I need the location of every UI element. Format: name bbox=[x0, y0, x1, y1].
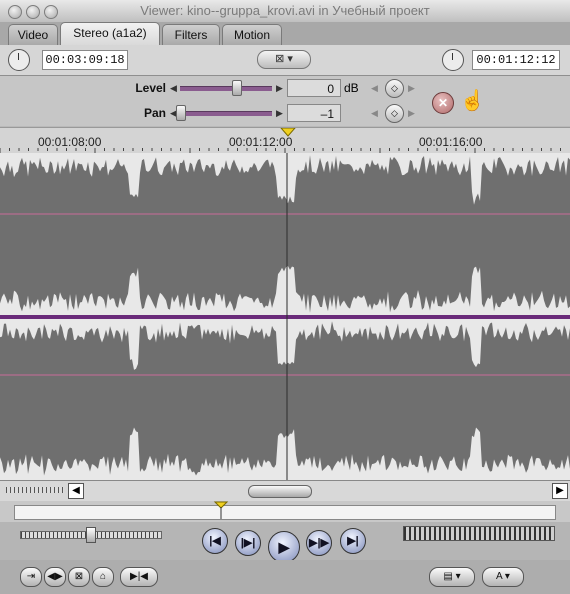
channel-divider bbox=[0, 315, 570, 319]
level-next-keyframe-icon[interactable]: ▶ bbox=[408, 83, 415, 94]
reset-x-icon: ✕ bbox=[437, 96, 449, 110]
level-value-field[interactable]: 0 bbox=[287, 79, 341, 97]
waveform-channel-2 bbox=[0, 321, 570, 476]
reset-button[interactable]: ✕ bbox=[432, 92, 454, 114]
audio-waveform-area[interactable] bbox=[0, 153, 570, 480]
pan-prev-keyframe-icon[interactable]: ◀ bbox=[371, 108, 378, 119]
add-marker-button[interactable]: ⌂ bbox=[92, 567, 114, 587]
tab-bar: Video Stereo (a1a2) Filters Motion bbox=[0, 22, 570, 46]
scrubber-playhead bbox=[213, 501, 229, 519]
mark-in-button[interactable]: ◀▶ bbox=[44, 567, 66, 587]
play-in-to-out-button[interactable]: |▶| bbox=[235, 530, 261, 556]
pan-slider[interactable] bbox=[180, 111, 272, 116]
ruler-tick-label: 00:01:16:00 bbox=[419, 135, 483, 149]
match-frame-button[interactable]: ⇥ bbox=[20, 567, 42, 587]
horizontal-scrollbar[interactable]: ◀ ▶ bbox=[0, 480, 570, 502]
audio-waveform bbox=[0, 153, 570, 480]
ruler-tick-label: 00:01:12:00 bbox=[229, 135, 293, 149]
bottom-toolbar: ⇥ ◀▶ ⊠ ⌂ ▶|◀ ▤ ▾ A ▾ bbox=[0, 560, 570, 594]
jog-thumb[interactable] bbox=[86, 527, 96, 543]
waveform-channel-1 bbox=[0, 155, 570, 313]
next-edit-button[interactable]: ▶| bbox=[340, 528, 366, 554]
window-title: Viewer: kino--gruppa_krovi.avi in Учебны… bbox=[140, 3, 430, 18]
pan-label: Pan bbox=[143, 106, 166, 120]
pan-increase-arrow-icon[interactable]: ▶ bbox=[276, 108, 283, 119]
view-options-popup[interactable]: ▤ ▾ bbox=[429, 567, 475, 587]
scroll-right-button[interactable]: ▶ bbox=[552, 483, 568, 499]
scroll-thumb[interactable] bbox=[248, 485, 312, 498]
pan-slider-thumb[interactable] bbox=[176, 105, 186, 121]
timeline-ruler[interactable]: 00:01:08:00 00:01:12:00 00:01:16:00 bbox=[0, 127, 570, 155]
pan-next-keyframe-icon[interactable]: ▶ bbox=[408, 108, 415, 119]
level-prev-keyframe-icon[interactable]: ◀ bbox=[371, 83, 378, 94]
level-slider[interactable] bbox=[180, 86, 272, 91]
level-keyframe-button[interactable]: ◇ bbox=[385, 79, 404, 98]
play-around-button[interactable]: ▶|▶ bbox=[306, 530, 332, 556]
level-unit: dB bbox=[344, 81, 359, 95]
level-label: Level bbox=[135, 81, 166, 95]
scrubber-bar[interactable] bbox=[0, 501, 570, 522]
zoom-slider[interactable] bbox=[6, 487, 64, 493]
playhead-sync-icon: ⊠ ▾ bbox=[275, 53, 293, 65]
play-button[interactable]: ▶ bbox=[268, 531, 300, 563]
pan-value-field[interactable]: –1 bbox=[287, 104, 341, 122]
current-clock-icon bbox=[442, 49, 464, 71]
level-slider-thumb[interactable] bbox=[232, 80, 242, 96]
ruler-tick-label: 00:01:08:00 bbox=[38, 135, 102, 149]
tab-stereo[interactable]: Stereo (a1a2) bbox=[60, 22, 160, 46]
title-bar: Viewer: kino--gruppa_krovi.avi in Учебны… bbox=[0, 0, 570, 23]
current-timecode[interactable]: 00:01:12:12 bbox=[472, 50, 560, 70]
playhead-sync-button[interactable]: ⊠ ▾ bbox=[257, 50, 311, 69]
shuttle-control[interactable] bbox=[403, 526, 555, 541]
pan-keyframe-button[interactable]: ◇ bbox=[385, 104, 404, 123]
viewer-window: Viewer: kino--gruppa_krovi.avi in Учебны… bbox=[0, 0, 570, 594]
transport-controls: |◀ |▶| ▶ ▶|▶ ▶| bbox=[0, 522, 570, 563]
audio-controls-panel: Level ◀ ▶ 0 dB ◀ ◇ ▶ Pan ◀ ▶ –1 ◀ ◇ ▶ ✕ … bbox=[0, 76, 570, 126]
tab-motion[interactable]: Motion bbox=[222, 24, 282, 45]
duration-timecode[interactable]: 00:03:09:18 bbox=[42, 50, 128, 70]
mark-out-button[interactable]: ⊠ bbox=[68, 567, 90, 587]
text-options-popup[interactable]: A ▾ bbox=[482, 567, 524, 587]
drag-hand-icon[interactable]: ☝ bbox=[460, 88, 485, 113]
scroll-left-button[interactable]: ◀ bbox=[68, 483, 84, 499]
level-decrease-arrow-icon[interactable]: ◀ bbox=[170, 83, 177, 94]
tab-filters[interactable]: Filters bbox=[162, 24, 220, 45]
tab-video[interactable]: Video bbox=[8, 24, 58, 45]
previous-edit-button[interactable]: |◀ bbox=[202, 528, 228, 554]
duration-clock-icon bbox=[8, 49, 30, 71]
timecode-row: 00:03:09:18 ⊠ ▾ 00:01:12:12 bbox=[0, 45, 570, 76]
level-increase-arrow-icon[interactable]: ▶ bbox=[276, 83, 283, 94]
add-keyframe-button[interactable]: ▶|◀ bbox=[120, 567, 158, 587]
